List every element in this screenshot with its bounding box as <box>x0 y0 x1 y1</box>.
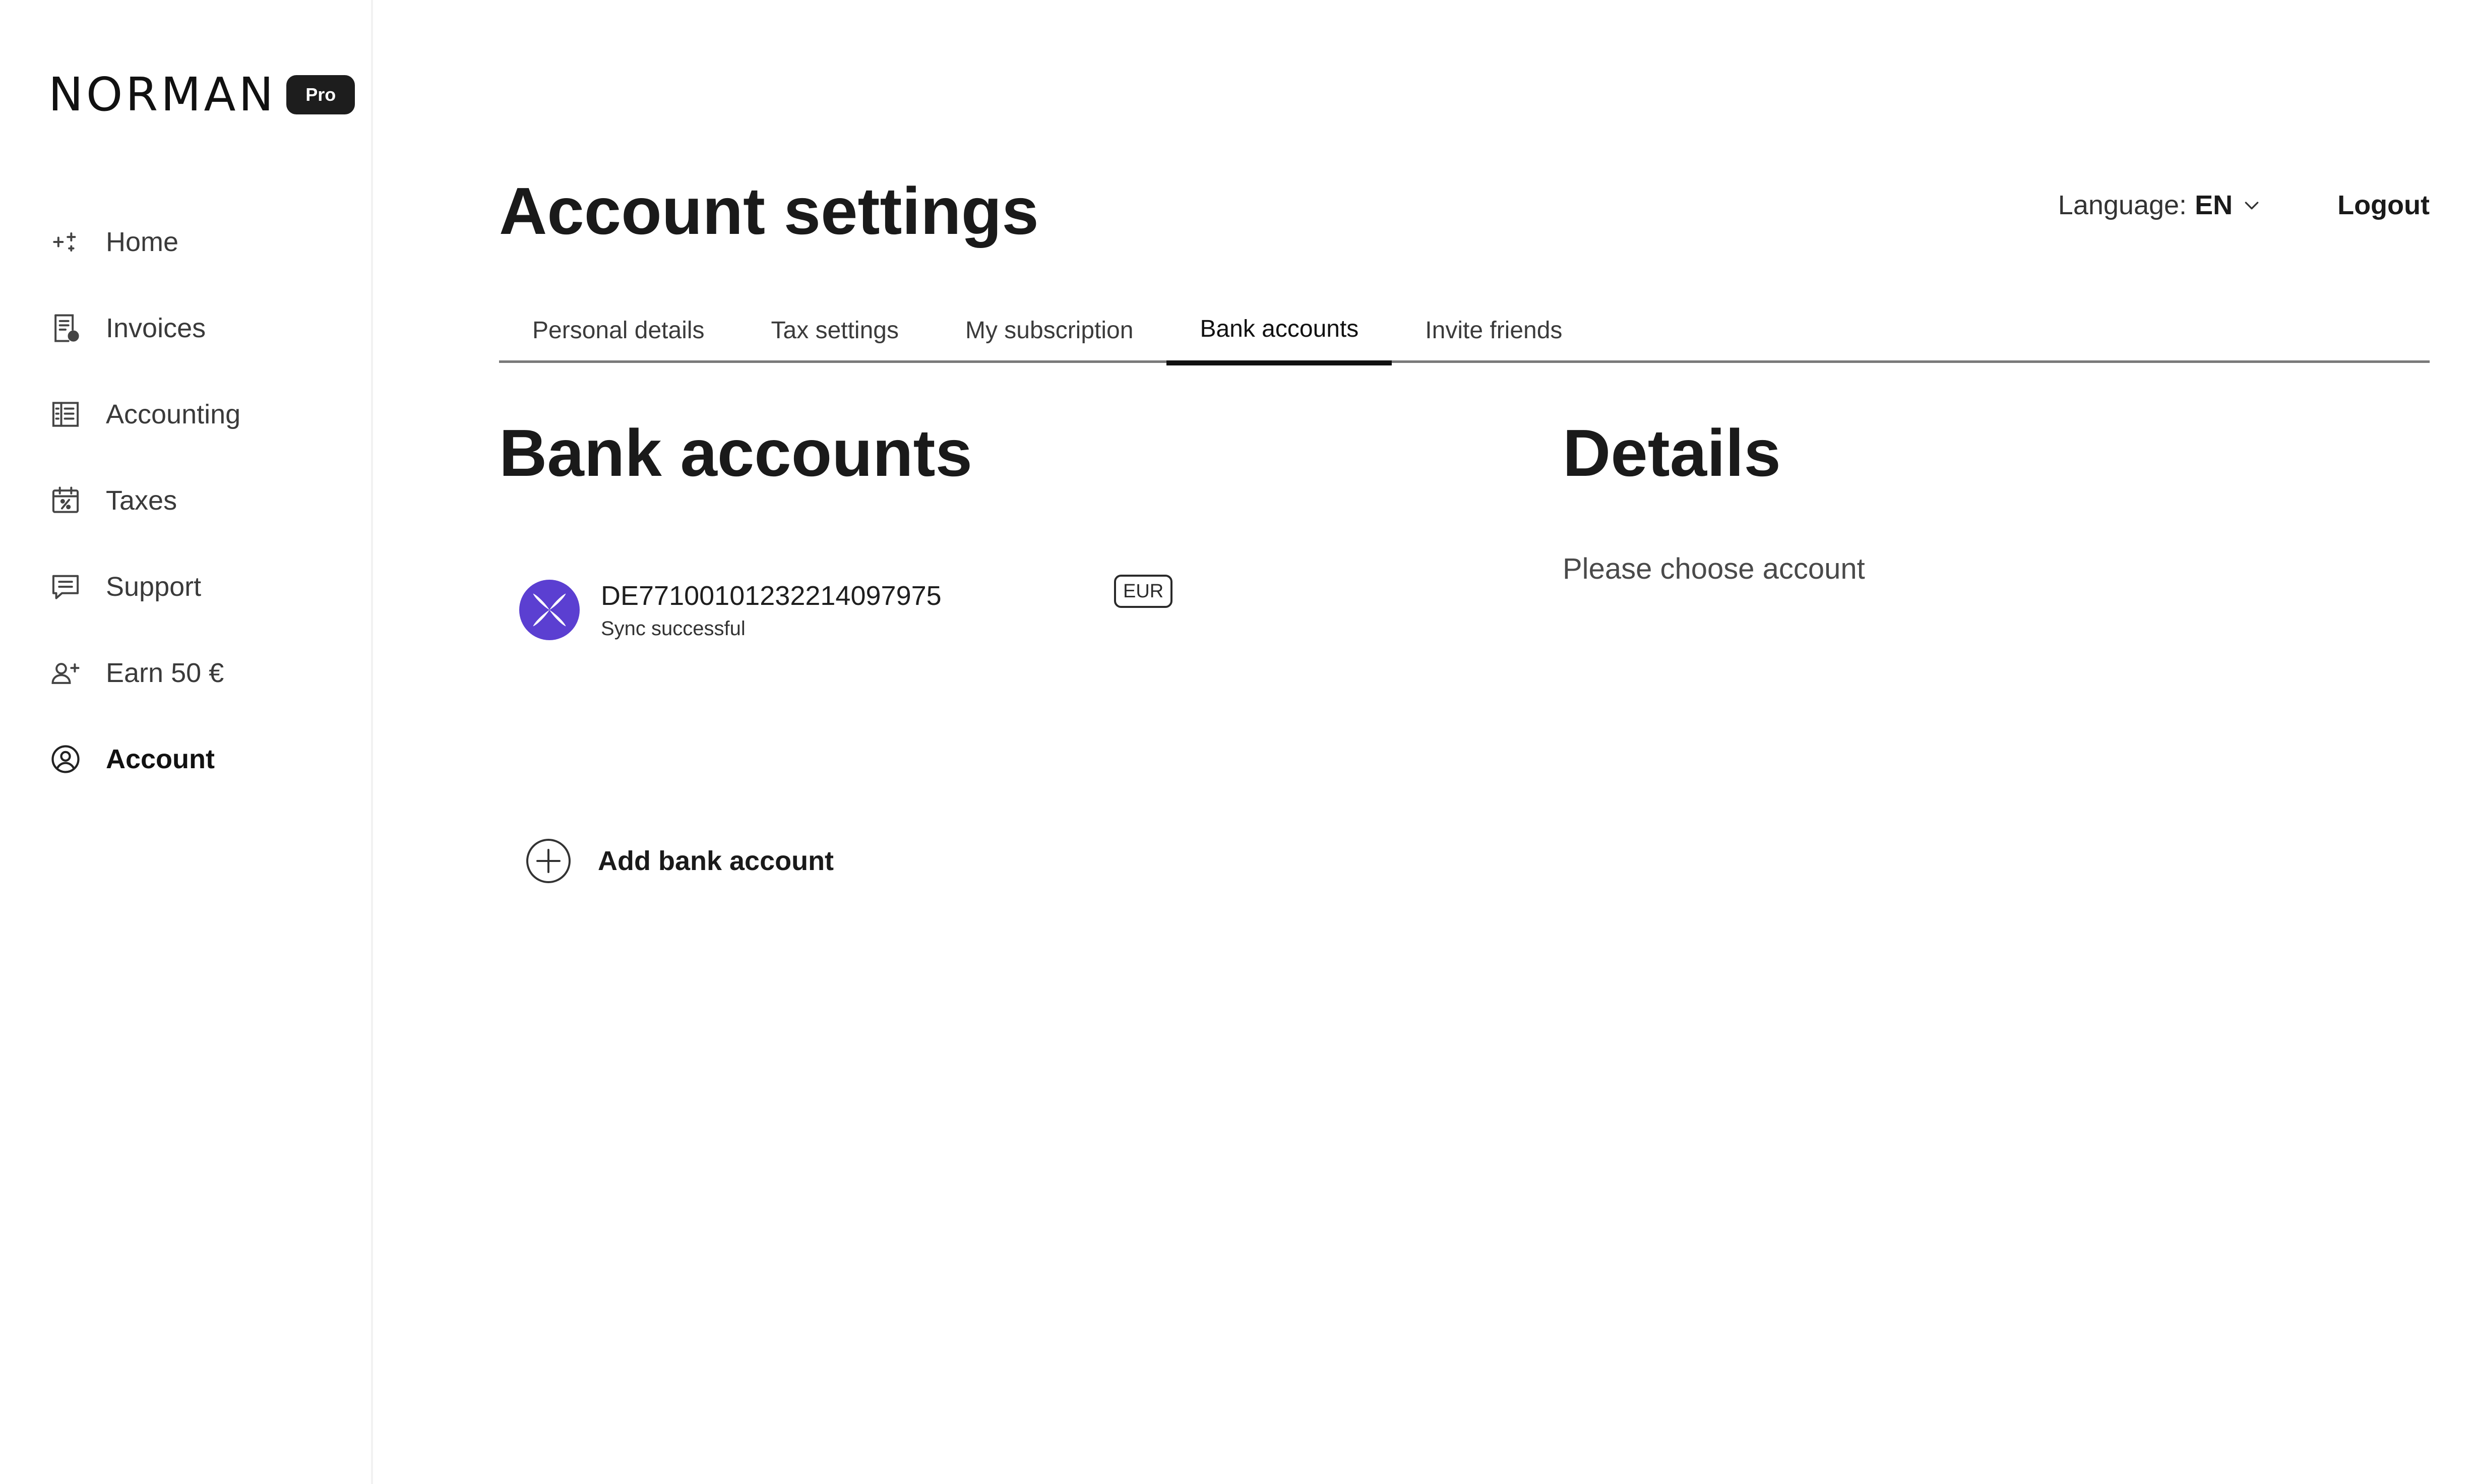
sidebar: NORMAN Pro Home Invoices Accounting Taxe… <box>0 0 373 1484</box>
brand-logo[interactable]: NORMAN Pro <box>48 70 355 120</box>
user-circle-icon <box>48 742 83 776</box>
sidebar-item-label: Taxes <box>106 485 177 516</box>
app-root: NORMAN Pro Home Invoices Accounting Taxe… <box>0 0 2472 1484</box>
chevron-down-icon <box>2245 202 2259 210</box>
sidebar-item-home[interactable]: Home <box>48 217 351 267</box>
sidebar-item-taxes[interactable]: Taxes <box>48 475 351 526</box>
tab-my-subscription[interactable]: My subscription <box>932 297 1166 363</box>
page-title: Account settings <box>499 174 1039 248</box>
sidebar-item-accounting[interactable]: Accounting <box>48 389 351 440</box>
details-empty-message: Please choose account <box>1563 552 1865 585</box>
sync-status: Sync successful <box>601 617 746 640</box>
currency-badge: EUR <box>1114 575 1173 608</box>
invoice-icon <box>48 311 83 345</box>
logout-button[interactable]: Logout <box>2337 190 2430 221</box>
sidebar-nav: Home Invoices Accounting Taxes Support E… <box>48 217 351 820</box>
tab-personal-details[interactable]: Personal details <box>499 297 738 363</box>
sidebar-item-label: Support <box>106 572 202 602</box>
sidebar-item-support[interactable]: Support <box>48 562 351 612</box>
ledger-icon <box>48 397 83 431</box>
sidebar-item-label: Earn 50 € <box>106 658 224 688</box>
account-iban: DE77100101232214097975 <box>601 581 942 611</box>
bank-account-item[interactable]: DE77100101232214097975 Sync successful E… <box>519 575 1185 645</box>
chat-icon <box>48 570 83 604</box>
sidebar-item-label: Accounting <box>106 399 241 429</box>
sparkle-icon <box>48 225 83 259</box>
language-selector[interactable]: Language: EN <box>2058 190 2262 221</box>
sidebar-item-earn[interactable]: Earn 50 € <box>48 648 351 698</box>
calendar-percent-icon <box>48 483 83 518</box>
sidebar-item-invoices[interactable]: Invoices <box>48 303 351 353</box>
details-heading: Details <box>1563 416 1781 490</box>
sidebar-item-label: Invoices <box>106 313 206 343</box>
bank-accounts-heading: Bank accounts <box>499 416 972 490</box>
language-label: Language: <box>2058 190 2187 220</box>
brand-name: NORMAN <box>48 68 277 121</box>
account-text: DE77100101232214097975 Sync successful <box>601 580 1055 640</box>
bank-logo-icon <box>519 580 580 640</box>
language-code: EN <box>2195 190 2233 220</box>
sidebar-item-account[interactable]: Account <box>48 734 351 784</box>
pro-badge: Pro <box>286 75 355 114</box>
user-plus-icon <box>48 656 83 690</box>
settings-tabs: Personal details Tax settings My subscri… <box>499 297 2430 365</box>
sidebar-item-label: Account <box>106 744 215 774</box>
plus-circle-icon <box>526 839 571 883</box>
tab-tax-settings[interactable]: Tax settings <box>738 297 932 363</box>
add-bank-account-button[interactable]: Add bank account <box>524 837 834 885</box>
tab-invite-friends[interactable]: Invite friends <box>1392 297 1595 363</box>
header-actions: Language: EN Logout <box>2058 190 2430 221</box>
add-bank-account-label: Add bank account <box>598 846 834 876</box>
tab-bank-accounts[interactable]: Bank accounts <box>1166 297 1392 365</box>
sidebar-item-label: Home <box>106 227 179 257</box>
